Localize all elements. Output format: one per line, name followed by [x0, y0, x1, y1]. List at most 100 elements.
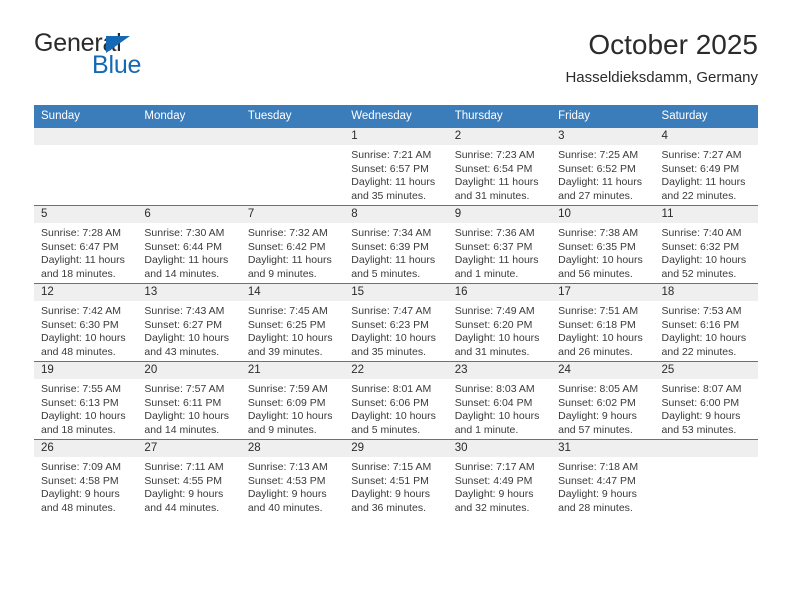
weekday-header-thursday: Thursday	[447, 105, 552, 128]
daylight-text: Daylight: 11 hours and 14 minutes.	[144, 254, 229, 280]
day-number: 10	[551, 206, 655, 223]
daylight-text: Daylight: 11 hours and 27 minutes.	[558, 176, 642, 202]
sunset-text: Sunset: 6:37 PM	[454, 240, 533, 253]
sunrise-text: Sunrise: 7:15 AM	[351, 461, 432, 473]
day-details: Sunrise: 7:57 AM Sunset: 6:11 PM Daylight:…	[137, 379, 240, 437]
calendar-day-cell[interactable]: 8 Sunrise: 7:34 AM Sunset: 6:39 PM Daylight…	[344, 205, 448, 284]
calendar-body: 1 Sunrise: 7:21 AM Sunset: 6:57 PM Daylight…	[34, 127, 758, 518]
sunset-text: Sunset: 6:13 PM	[41, 396, 119, 409]
calendar-day-cell[interactable]: 16 Sunrise: 7:49 AM Sunset: 6:20 PM Dayligh…	[447, 283, 552, 362]
sunrise-text: Sunrise: 8:05 AM	[558, 383, 639, 395]
calendar-day-cell[interactable]: 3 Sunrise: 7:25 AM Sunset: 6:52 PM Daylight…	[551, 127, 655, 206]
calendar-day-cell[interactable]: 23 Sunrise: 8:03 AM Sunset: 6:04 PM Dayligh…	[447, 361, 552, 440]
calendar-day-cell[interactable]: 1 Sunrise: 7:21 AM Sunset: 6:57 PM Daylight…	[344, 127, 448, 206]
day-number	[137, 128, 241, 145]
day-details: Sunrise: 7:42 AM Sunset: 6:30 PM Daylight:…	[34, 301, 137, 359]
sunrise-text: Sunrise: 7:32 AM	[247, 227, 328, 239]
page-header: General Blue October 2025 Hasseldieksdam…	[34, 28, 758, 92]
sunset-text: Sunset: 4:47 PM	[558, 474, 636, 487]
weekday-header-tuesday: Tuesday	[240, 105, 345, 128]
calendar-day-cell[interactable]: 6 Sunrise: 7:30 AM Sunset: 6:44 PM Daylight…	[137, 205, 241, 284]
sunset-text: Sunset: 6:18 PM	[558, 318, 636, 331]
sunrise-text: Sunrise: 7:57 AM	[144, 383, 225, 395]
sunset-text: Sunset: 6:23 PM	[351, 318, 429, 331]
calendar-day-cell[interactable]: 15 Sunrise: 7:47 AM Sunset: 6:23 PM Dayligh…	[344, 283, 448, 362]
daylight-text: Daylight: 11 hours and 5 minutes.	[351, 254, 436, 280]
sunrise-text: Sunrise: 7:51 AM	[558, 305, 639, 317]
sunrise-text: Sunrise: 7:45 AM	[247, 305, 328, 317]
calendar-day-cell[interactable]: 18 Sunrise: 7:53 AM Sunset: 6:16 PM Dayligh…	[654, 283, 758, 362]
sunrise-text: Sunrise: 7:11 AM	[144, 461, 224, 473]
calendar-day-cell[interactable]: 29 Sunrise: 7:15 AM Sunset: 4:51 PM Dayligh…	[344, 439, 448, 518]
page-subtitle: Hasseldieksdamm, Germany	[565, 69, 758, 86]
day-number: 21	[240, 362, 345, 379]
sunrise-text: Sunrise: 7:55 AM	[41, 383, 121, 395]
daylight-text: Daylight: 10 hours and 22 minutes.	[661, 332, 747, 358]
calendar-day-cell[interactable]: 30 Sunrise: 7:17 AM Sunset: 4:49 PM Dayligh…	[447, 439, 552, 518]
sunset-text: Sunset: 6:00 PM	[661, 396, 740, 409]
daylight-text: Daylight: 10 hours and 39 minutes.	[247, 332, 333, 358]
day-number: 1	[344, 128, 448, 145]
calendar-day-cell[interactable]: 14 Sunrise: 7:45 AM Sunset: 6:25 PM Dayligh…	[240, 283, 345, 362]
sunrise-text: Sunrise: 8:07 AM	[661, 383, 742, 395]
sunrise-text: Sunrise: 8:01 AM	[351, 383, 432, 395]
sunset-text: Sunset: 6:11 PM	[144, 396, 222, 409]
sunrise-text: Sunrise: 7:17 AM	[454, 461, 535, 473]
day-number: 3	[551, 128, 655, 145]
day-number: 5	[34, 206, 138, 223]
day-details: Sunrise: 7:59 AM Sunset: 6:09 PM Daylight:…	[241, 379, 344, 437]
weekday-header-friday: Friday	[551, 105, 655, 128]
day-details: Sunrise: 7:32 AM Sunset: 6:42 PM Daylight:…	[241, 223, 344, 281]
calendar-page: General Blue October 2025 Hasseldieksdam…	[0, 0, 792, 612]
day-number: 25	[654, 362, 758, 379]
day-number	[240, 128, 345, 145]
calendar-day-cell[interactable]: 22 Sunrise: 8:01 AM Sunset: 6:06 PM Dayligh…	[344, 361, 448, 440]
calendar-day-cell[interactable]: 20 Sunrise: 7:57 AM Sunset: 6:11 PM Dayligh…	[137, 361, 241, 440]
sunrise-text: Sunrise: 7:09 AM	[41, 461, 121, 473]
calendar-day-cell[interactable]: 27 Sunrise: 7:11 AM Sunset: 4:55 PM Dayligh…	[137, 439, 241, 518]
day-number: 7	[240, 206, 345, 223]
calendar-day-cell[interactable]: 25 Sunrise: 8:07 AM Sunset: 6:00 PM Dayligh…	[654, 361, 758, 440]
calendar-day-cell[interactable]: 19 Sunrise: 7:55 AM Sunset: 6:13 PM Dayligh…	[34, 361, 138, 440]
day-details: Sunrise: 7:15 AM Sunset: 4:51 PM Daylight:…	[344, 457, 447, 515]
sunrise-text: Sunrise: 7:27 AM	[661, 149, 742, 161]
daylight-text: Daylight: 9 hours and 53 minutes.	[661, 410, 741, 436]
general-blue-logo[interactable]: General Blue	[34, 30, 244, 90]
sunrise-text: Sunrise: 7:21 AM	[351, 149, 432, 161]
calendar-day-cell[interactable]: 4 Sunrise: 7:27 AM Sunset: 6:49 PM Daylight…	[654, 127, 758, 206]
calendar-head: Sunday Monday Tuesday Wednesday Thursday…	[34, 105, 758, 128]
title-block: October 2025 Hasseldieksdamm, Germany	[565, 28, 758, 88]
day-details	[241, 145, 344, 149]
calendar-day-cell[interactable]: 10 Sunrise: 7:38 AM Sunset: 6:35 PM Dayligh…	[551, 205, 655, 284]
calendar-day-cell[interactable]: 5 Sunrise: 7:28 AM Sunset: 6:47 PM Daylight…	[34, 205, 138, 284]
day-number: 31	[551, 440, 655, 457]
calendar-day-cell[interactable]: 24 Sunrise: 8:05 AM Sunset: 6:02 PM Dayligh…	[551, 361, 655, 440]
calendar-day-cell[interactable]: 2 Sunrise: 7:23 AM Sunset: 6:54 PM Daylight…	[447, 127, 552, 206]
daylight-text: Daylight: 9 hours and 28 minutes.	[558, 488, 637, 514]
calendar-day-cell[interactable]: 21 Sunrise: 7:59 AM Sunset: 6:09 PM Dayligh…	[240, 361, 345, 440]
sunrise-text: Sunrise: 7:49 AM	[454, 305, 535, 317]
calendar-day-cell[interactable]: 26 Sunrise: 7:09 AM Sunset: 4:58 PM Dayligh…	[34, 439, 138, 518]
calendar-week-row: 12 Sunrise: 7:42 AM Sunset: 6:30 PM Dayligh…	[34, 283, 758, 362]
calendar-day-cell[interactable]: 13 Sunrise: 7:43 AM Sunset: 6:27 PM Dayligh…	[137, 283, 241, 362]
calendar-day-cell[interactable]: 7 Sunrise: 7:32 AM Sunset: 6:42 PM Daylight…	[240, 205, 345, 284]
weekday-header-wednesday: Wednesday	[344, 105, 448, 128]
calendar-day-cell[interactable]: 11 Sunrise: 7:40 AM Sunset: 6:32 PM Dayligh…	[654, 205, 758, 284]
daylight-text: Daylight: 9 hours and 36 minutes.	[351, 488, 431, 514]
calendar-day-cell[interactable]: 9 Sunrise: 7:36 AM Sunset: 6:37 PM Daylight…	[447, 205, 552, 284]
day-details	[137, 145, 240, 149]
day-number: 9	[447, 206, 552, 223]
calendar-day-cell[interactable]: 12 Sunrise: 7:42 AM Sunset: 6:30 PM Dayligh…	[34, 283, 138, 362]
weekday-header-saturday: Saturday	[654, 105, 758, 128]
sunset-text: Sunset: 6:54 PM	[454, 162, 533, 175]
day-details: Sunrise: 7:09 AM Sunset: 4:58 PM Daylight:…	[34, 457, 137, 515]
sunset-text: Sunset: 6:42 PM	[247, 240, 326, 253]
day-details: Sunrise: 8:03 AM Sunset: 6:04 PM Daylight:…	[448, 379, 551, 437]
calendar-day-cell[interactable]: 31 Sunrise: 7:18 AM Sunset: 4:47 PM Dayligh…	[551, 439, 655, 518]
day-number: 22	[344, 362, 448, 379]
calendar-day-cell-empty	[137, 127, 241, 206]
calendar-day-cell[interactable]: 28 Sunrise: 7:13 AM Sunset: 4:53 PM Dayligh…	[240, 439, 345, 518]
daylight-text: Daylight: 10 hours and 5 minutes.	[351, 410, 436, 436]
sunrise-text: Sunrise: 7:18 AM	[558, 461, 639, 473]
calendar-day-cell[interactable]: 17 Sunrise: 7:51 AM Sunset: 6:18 PM Dayligh…	[551, 283, 655, 362]
